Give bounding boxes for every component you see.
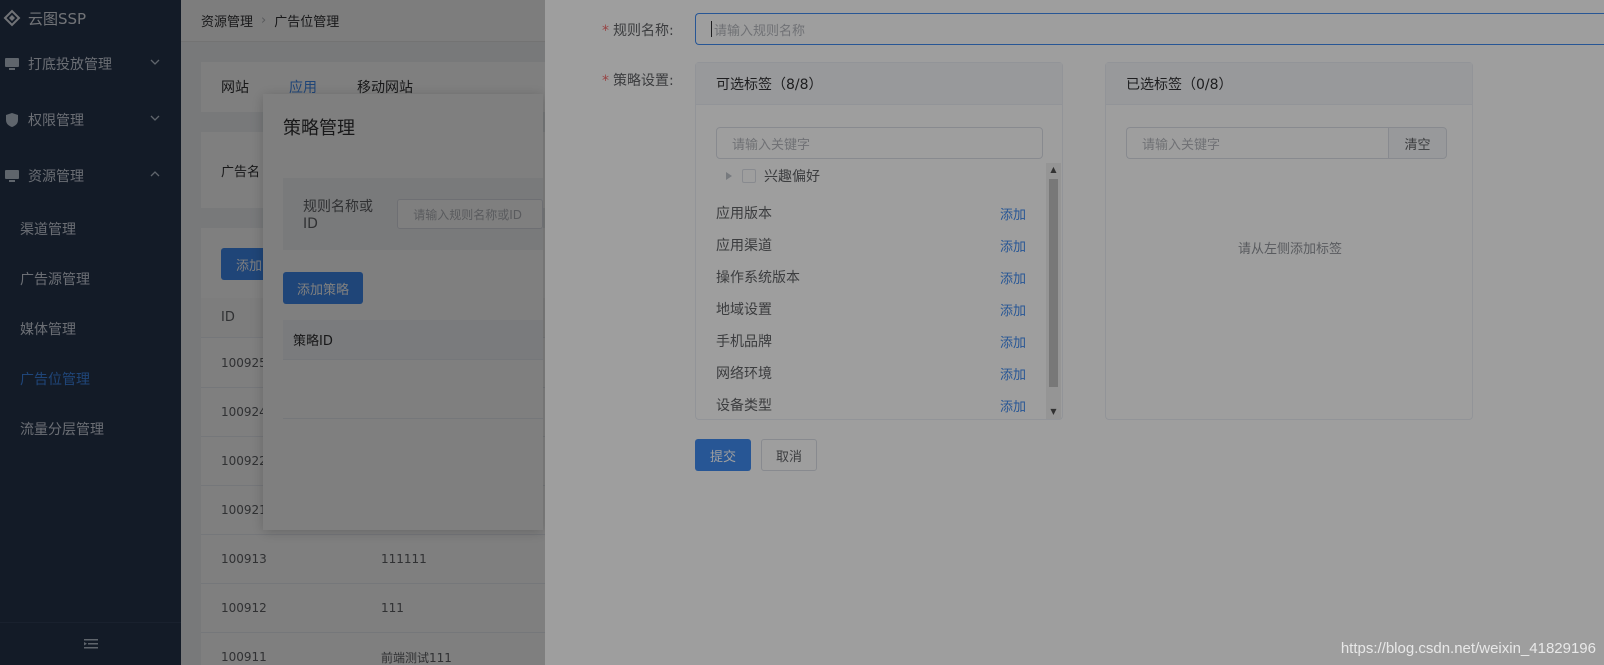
rule-name-label: * 规则名称:	[602, 23, 674, 39]
tag-label: 应用版本	[716, 206, 772, 222]
rule-name-placeholder: 请输入规则名称	[714, 23, 806, 39]
list-item: 设备类型 添加	[716, 389, 1026, 421]
selected-tags-panel: 已选标签（0/8） 请输入关键字 清空 请从左侧添加标签	[1105, 62, 1473, 420]
add-tag-link[interactable]: 添加	[1000, 236, 1026, 255]
tag-label: 设备类型	[716, 398, 772, 414]
tag-label: 网络环境	[716, 366, 772, 382]
list-item: 操作系统版本 添加	[716, 261, 1026, 293]
submit-button[interactable]: 提交	[695, 439, 751, 471]
tag-label: 应用渠道	[716, 238, 772, 254]
required-mark: *	[602, 23, 609, 39]
clear-button[interactable]: 清空	[1388, 127, 1447, 159]
watermark-text: https://blog.csdn.net/weixin_41829196	[1340, 640, 1596, 657]
required-mark: *	[602, 73, 609, 89]
list-item: 应用版本 添加	[716, 197, 1026, 229]
selected-tags-title: 已选标签（0/8）	[1106, 63, 1472, 105]
scrollbar-thumb[interactable]	[1049, 179, 1058, 387]
rule-name-input[interactable]: 请输入规则名称	[695, 13, 1604, 45]
tag-label: 操作系统版本	[716, 270, 800, 286]
list-item: 手机品牌 添加	[716, 325, 1026, 357]
add-tag-link[interactable]: 添加	[1000, 364, 1026, 383]
cancel-button[interactable]: 取消	[761, 439, 817, 471]
empty-state-text: 请从左侧添加标签	[1237, 242, 1342, 257]
scroll-up-icon[interactable]: ▲	[1046, 163, 1061, 177]
strategy-setting-label: * 策略设置:	[602, 73, 674, 89]
scroll-down-icon[interactable]: ▼	[1046, 405, 1061, 419]
add-tag-link[interactable]: 添加	[1000, 300, 1026, 319]
add-tag-link[interactable]: 添加	[1000, 396, 1026, 415]
list-item: 应用渠道 添加	[716, 229, 1026, 261]
tree-node-interests[interactable]: 兴趣偏好	[726, 163, 820, 189]
text-caret	[711, 21, 712, 37]
available-tags-title: 可选标签（8/8）	[696, 63, 1062, 105]
rule-drawer: * 规则名称: 请输入规则名称 * 策略设置: 可选标签（8/8） 请输入关键字 兴…	[545, 0, 1604, 665]
available-tags-panel: 可选标签（8/8） 请输入关键字 兴趣偏好 应用版本 添加 应用渠道 添加 操作系统…	[695, 62, 1063, 420]
add-tag-link[interactable]: 添加	[1000, 268, 1026, 287]
tree-node-label: 兴趣偏好	[764, 169, 820, 185]
caret-right-icon[interactable]	[726, 172, 732, 180]
tag-list-scrollbar[interactable]: ▲ ▼	[1046, 163, 1061, 419]
selected-tags-search-input[interactable]: 请输入关键字	[1126, 127, 1388, 159]
available-tags-search-input[interactable]: 请输入关键字	[716, 127, 1043, 159]
add-tag-link[interactable]: 添加	[1000, 332, 1026, 351]
list-item: 网络环境 添加	[716, 357, 1026, 389]
add-tag-link[interactable]: 添加	[1000, 204, 1026, 223]
tag-label: 地域设置	[716, 302, 772, 318]
tag-label: 手机品牌	[716, 334, 772, 350]
list-item: 地域设置 添加	[716, 293, 1026, 325]
tree-node-checkbox[interactable]	[742, 169, 756, 183]
